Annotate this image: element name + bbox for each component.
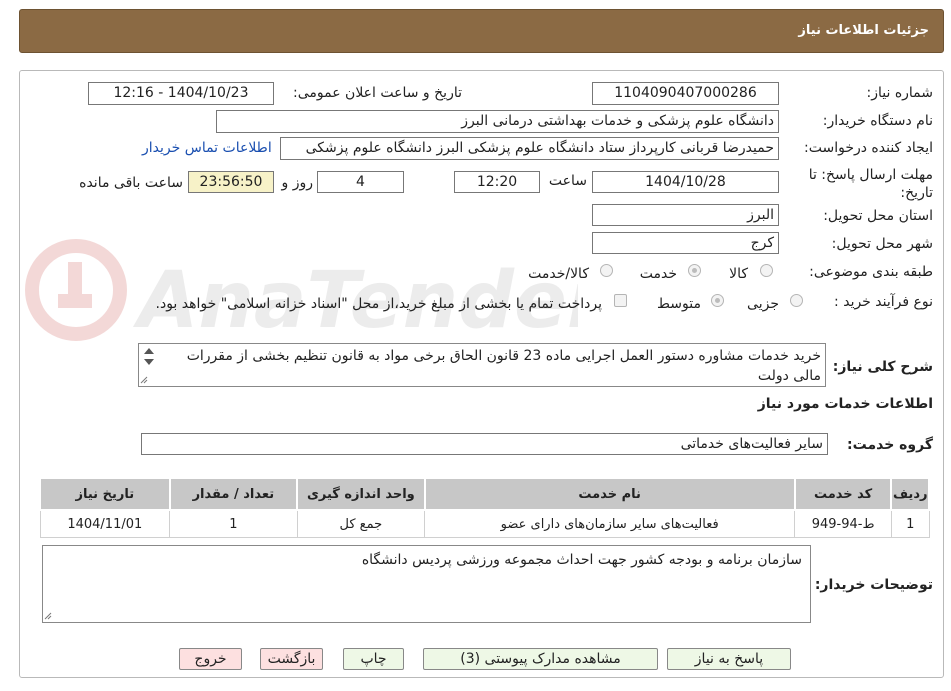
category-goods-service-radio[interactable] <box>600 264 613 277</box>
province-label: استان محل تحویل: <box>823 208 933 224</box>
remaining-time-field: 23:56:50 <box>188 171 274 193</box>
service-group-field: سایر فعالیت‌های خدماتی <box>141 433 828 455</box>
deadline-days-field: 4 <box>317 171 404 193</box>
deadline-date-field: 1404/10/28 <box>592 171 779 193</box>
category-label: طبقه بندی موضوعی: <box>809 264 933 280</box>
province-field: البرز <box>592 204 779 226</box>
watermark-logo: AnaTender.neT <box>25 239 578 346</box>
scroll-up-icon[interactable] <box>144 348 154 354</box>
cell-need-date: 1404/11/01 <box>39 509 171 538</box>
deadline-days-label: روز و <box>281 175 314 191</box>
services-section-title: اطلاعات خدمات مورد نیاز <box>757 396 933 412</box>
category-service-radio[interactable] <box>688 264 701 277</box>
buyer-org-label: نام دستگاه خریدار: <box>822 113 933 129</box>
process-label: نوع فرآیند خرید : <box>834 294 933 310</box>
services-table: ردیف کد خدمت نام خدمت واحد اندازه گیری ت… <box>39 477 930 538</box>
scroll-down-icon[interactable] <box>144 359 154 365</box>
requester-field: حمیدرضا قربانی کارپرداز ستاد دانشگاه علو… <box>280 137 779 160</box>
announce-field: 1404/10/23 - 12:16 <box>88 82 274 105</box>
service-group-label: گروه خدمت: <box>847 437 933 453</box>
view-attachments-button[interactable]: مشاهده مدارک پیوستی (3) <box>423 648 658 670</box>
reply-to-need-button[interactable]: پاسخ به نیاز <box>667 648 791 670</box>
category-goods-service-label: کالا/خدمت <box>528 266 589 282</box>
col-header-service-name: نام خدمت <box>423 477 796 511</box>
cell-unit: جمع کل <box>296 509 426 538</box>
city-label: شهر محل تحویل: <box>831 236 933 252</box>
col-header-quantity: تعداد / مقدار <box>168 477 299 511</box>
buyer-notes-textarea[interactable]: سازمان برنامه و بودجه کشور جهت احداث مجم… <box>42 545 811 623</box>
buyer-notes-label: توضیحات خریدار: <box>814 577 933 593</box>
category-goods-label: کالا <box>729 266 748 282</box>
process-minor-radio[interactable] <box>790 294 803 307</box>
cell-quantity: 1 <box>169 509 298 538</box>
deadline-label-line2: تاریخ: <box>900 185 933 201</box>
process-minor-label: جزیی <box>747 296 779 312</box>
deadline-label-line1: مهلت ارسال پاسخ: تا <box>808 167 933 183</box>
announce-label: تاریخ و ساعت اعلان عمومی: <box>293 85 462 101</box>
cell-row-number: 1 <box>890 509 930 538</box>
general-desc-text: خرید خدمات مشاوره دستور العمل اجرایی ماد… <box>186 348 821 384</box>
col-header-need-date: تاریخ نیاز <box>39 477 171 511</box>
need-number-field: 1104090407000286 <box>592 82 779 105</box>
general-desc-label: شرح کلی نیاز: <box>832 359 933 375</box>
exit-button[interactable]: خروج <box>179 648 242 670</box>
table-row: 1 ط-94-949 فعالیت‌های سایر سازمان‌های دا… <box>39 509 930 538</box>
general-desc-textarea[interactable]: خرید خدمات مشاوره دستور العمل اجرایی ماد… <box>138 343 826 387</box>
cell-service-code: ط-94-949 <box>794 509 892 538</box>
buyer-contact-link[interactable]: اطلاعات تماس خریدار <box>142 140 272 156</box>
page-title: جزئیات اطلاعات نیاز <box>798 23 929 38</box>
category-service-label: خدمت <box>639 266 677 282</box>
notes-resize-grip-icon[interactable] <box>44 612 52 620</box>
process-medium-radio[interactable] <box>711 294 724 307</box>
buyer-notes-text: سازمان برنامه و بودجه کشور جهت احداث مجم… <box>361 552 802 568</box>
need-number-label: شماره نیاز: <box>866 85 934 101</box>
category-goods-radio[interactable] <box>760 264 773 277</box>
city-field: کرج <box>592 232 779 254</box>
col-header-unit: واحد اندازه گیری <box>296 477 426 511</box>
resize-grip-icon[interactable] <box>140 376 148 384</box>
process-medium-label: متوسط <box>657 296 701 312</box>
treasury-payment-note: پرداخت تمام یا بخشی از مبلغ خرید،از محل … <box>155 296 602 312</box>
requester-label: ایجاد کننده درخواست: <box>804 140 933 156</box>
page-header: جزئیات اطلاعات نیاز <box>19 9 944 53</box>
deadline-time-label: ساعت <box>548 173 587 189</box>
deadline-time-field: 12:20 <box>454 171 540 193</box>
treasury-payment-checkbox[interactable] <box>614 294 627 307</box>
table-header-row: ردیف کد خدمت نام خدمت واحد اندازه گیری ت… <box>39 477 930 511</box>
back-button[interactable]: بازگشت <box>260 648 323 670</box>
col-header-row-number: ردیف <box>890 477 930 511</box>
print-button[interactable]: چاپ <box>343 648 404 670</box>
remaining-time-label: ساعت باقی مانده <box>79 175 183 191</box>
cell-service-name: فعالیت‌های سایر سازمان‌های دارای عضو <box>424 509 796 538</box>
buyer-org-field: دانشگاه علوم پزشکی و خدمات بهداشتی درمان… <box>216 110 779 133</box>
col-header-service-code: کد خدمت <box>793 477 893 511</box>
